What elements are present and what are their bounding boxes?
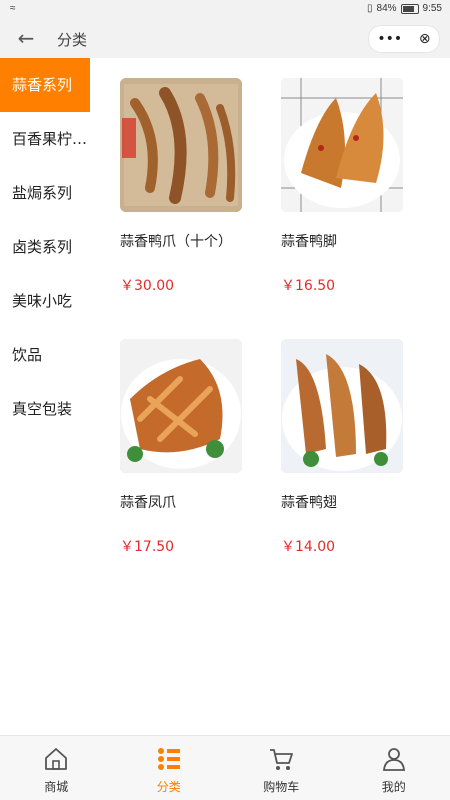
product-card[interactable]: 蒜香鸭脚 ￥16.50 [281,78,411,295]
product-price: ￥14.00 [281,539,336,555]
tab-category[interactable]: 分类 [113,736,226,800]
bottom-tab-bar: 商城 分类 购物车 我的 [0,735,450,800]
category-list-icon [157,748,180,770]
tab-label: 分类 [156,780,181,794]
wifi-icon: ≈ [10,3,16,14]
product-name: 蒜香鸭爪（十个） [120,234,232,250]
product-price: ￥30.00 [120,278,175,294]
product-card[interactable]: 蒜香鸭翅 ￥14.00 [281,339,411,556]
category-sidebar: 蒜香系列 百香果柠… 盐焗系列 卤类系列 美味小吃 饮品 真空包装 [0,58,90,436]
product-image[interactable] [281,78,403,212]
product-name: 蒜香鸭脚 [281,234,337,250]
product-card[interactable]: 蒜香鸭爪（十个） ￥30.00 [120,78,250,295]
product-price: ￥16.50 [281,278,336,294]
vibrate-icon: ▯ [367,3,373,14]
sidebar-item-zhenkong[interactable]: 真空包装 [0,382,90,436]
user-icon [382,748,405,771]
product-image[interactable] [281,339,403,473]
sidebar-item-yanju[interactable]: 盐焗系列 [0,166,90,220]
battery-icon [400,3,419,14]
status-right: ▯ 84% 9:55 [367,3,442,14]
sidebar-item-lulei[interactable]: 卤类系列 [0,220,90,274]
product-image[interactable] [120,339,242,473]
sidebar-item-baixiangguo[interactable]: 百香果柠… [0,112,90,166]
back-arrow-icon[interactable]: ← [14,26,38,50]
mini-program-capsule: ••• ⊗ [368,25,440,53]
sidebar-item-yinpin[interactable]: 饮品 [0,328,90,382]
page-title: 分类 [57,31,88,49]
sidebar-item-meiwei[interactable]: 美味小吃 [0,274,90,328]
tab-mall[interactable]: 商城 [0,736,113,800]
tab-label: 购物车 [263,780,300,794]
clock: 9:55 [422,3,442,14]
status-bar: ≈ ▯ 84% 9:55 [0,0,450,18]
product-price: ￥17.50 [120,539,175,555]
more-dots-icon[interactable]: ••• [377,31,402,47]
tab-label: 我的 [381,780,406,794]
tab-mine[interactable]: 我的 [338,736,450,800]
product-name: 蒜香凤爪 [120,495,176,511]
product-image[interactable] [120,78,242,212]
sidebar-item-suanxiang[interactable]: 蒜香系列 [0,58,90,112]
battery-percent: 84% [376,3,397,14]
tab-cart[interactable]: 购物车 [225,736,338,800]
tab-label: 商城 [44,780,69,794]
home-icon [45,748,68,770]
product-name: 蒜香鸭翅 [281,495,337,511]
header: ← 分类 ••• ⊗ [0,18,450,58]
product-card[interactable]: 蒜香凤爪 ￥17.50 [120,339,250,556]
cart-icon [270,749,294,770]
close-circle-icon[interactable]: ⊗ [419,31,431,47]
